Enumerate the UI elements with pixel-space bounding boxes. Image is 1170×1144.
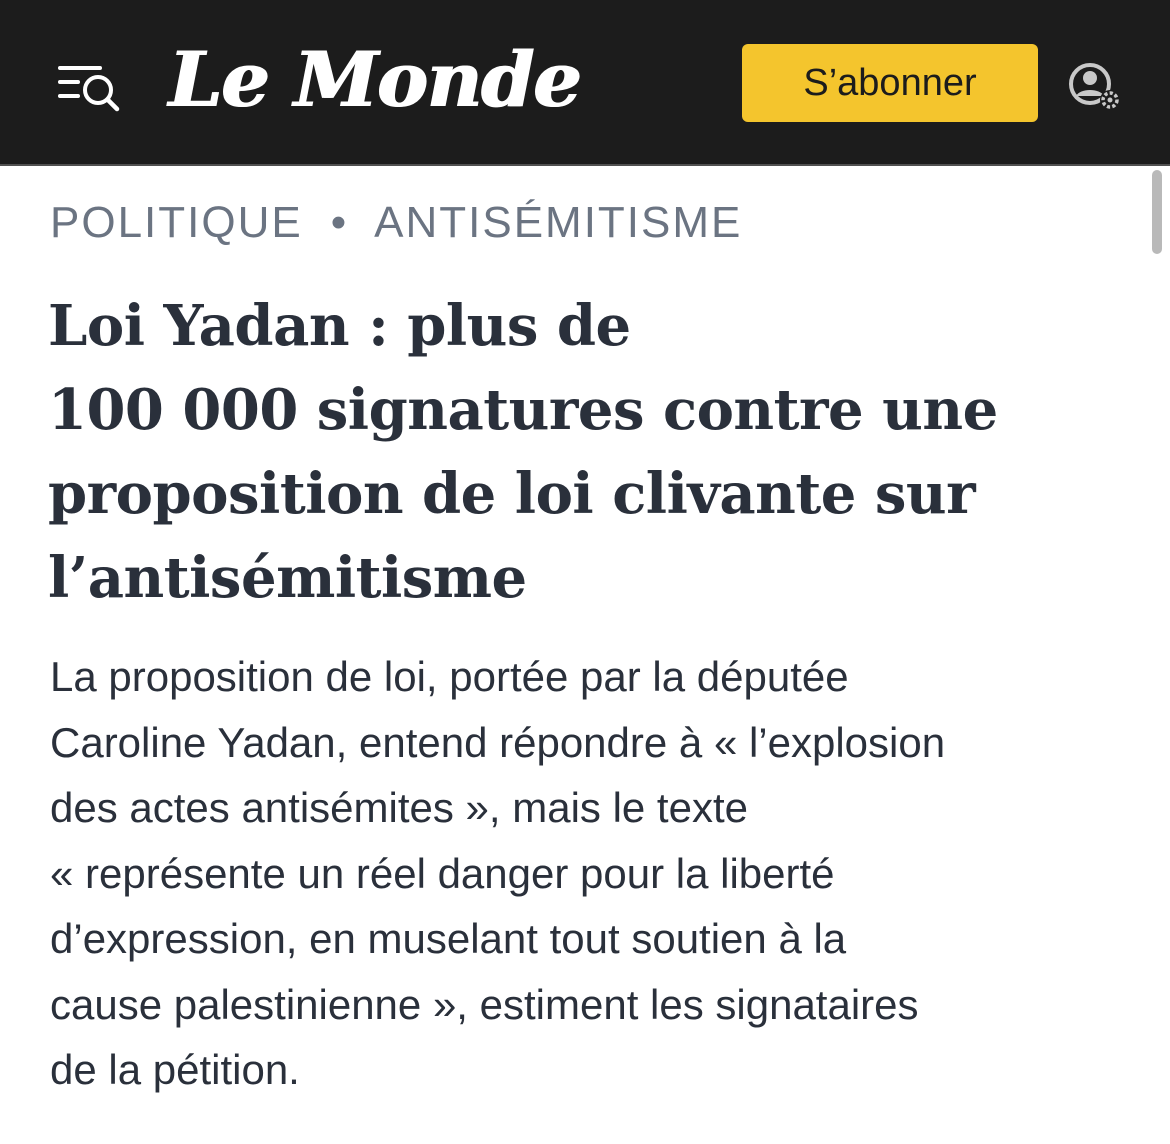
le-monde-logo[interactable]: Le Monde: [168, 30, 581, 130]
article-headline: Loi Yadan : plus de 100 000 signatures c…: [48, 284, 1128, 620]
article-kicker: POLITIQUE • ANTISÉMITISME: [50, 196, 742, 250]
menu-search-icon: [58, 66, 120, 112]
standfirst-line: de la pétition.: [50, 1046, 300, 1093]
page-scrollbar[interactable]: [1152, 170, 1162, 254]
headline-line: Loi Yadan : plus de: [48, 293, 631, 359]
standfirst-line: cause palestinienne », estiment les sign…: [50, 980, 919, 1028]
headline-line: l’antisémitisme: [48, 545, 527, 611]
headline-line: proposition de loi clivante sur: [48, 461, 976, 527]
article-standfirst: La proposition de loi, portée par la dép…: [50, 644, 1130, 1103]
account-button[interactable]: [1066, 60, 1124, 114]
kicker-section[interactable]: POLITIQUE: [50, 198, 303, 247]
standfirst-line: d’expression, en muselant tout soutien à…: [50, 915, 847, 962]
account-settings-icon: [1069, 63, 1120, 110]
subscribe-button[interactable]: S’abonner: [742, 44, 1038, 122]
kicker-separator: •: [330, 198, 349, 247]
headline-line: 100 000 signatures contre une: [48, 377, 998, 443]
kicker-topic[interactable]: ANTISÉMITISME: [374, 198, 742, 247]
top-bar: Le Monde S’abonner: [0, 0, 1170, 166]
standfirst-line: Caroline Yadan, entend répondre à « l’ex…: [50, 718, 946, 766]
standfirst-line: « représente un réel danger pour la libe…: [50, 849, 835, 897]
standfirst-line: La proposition de loi, portée par la dép…: [50, 653, 849, 700]
standfirst-line: des actes antisémites », mais le texte: [50, 784, 748, 831]
menu-search-button[interactable]: [56, 58, 124, 114]
